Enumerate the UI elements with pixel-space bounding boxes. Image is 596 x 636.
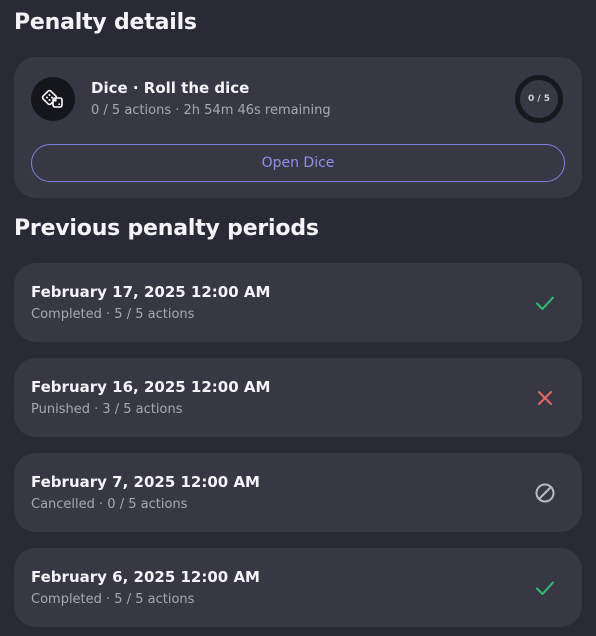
progress-ring: 0 / 5 (514, 74, 564, 124)
cancel-circle-icon (535, 483, 555, 503)
task-title: Dice · Roll the dice (91, 79, 250, 97)
period-date: February 7, 2025 12:00 AM (31, 473, 260, 491)
period-summary: Completed · 5 / 5 actions (31, 592, 195, 607)
close-icon (538, 391, 552, 405)
penalty-task-card: Dice · Roll the dice 0 / 5 actions · 2h … (14, 57, 582, 198)
period-summary: Cancelled · 0 / 5 actions (31, 497, 188, 512)
period-summary: Completed · 5 / 5 actions (31, 307, 195, 322)
period-date: February 17, 2025 12:00 AM (31, 283, 271, 301)
penalty-page: Penalty details Dice · Roll the dice 0 /… (0, 0, 596, 636)
period-card: February 6, 2025 12:00 AM Completed · 5 … (14, 548, 582, 627)
period-date: February 6, 2025 12:00 AM (31, 568, 260, 586)
previous-periods-heading: Previous penalty periods (14, 216, 319, 241)
period-summary: Punished · 3 / 5 actions (31, 402, 183, 417)
period-card: February 7, 2025 12:00 AM Cancelled · 0 … (14, 453, 582, 532)
dice-icon (31, 77, 75, 121)
check-icon (536, 581, 554, 595)
open-dice-button[interactable]: Open Dice (31, 144, 565, 182)
progress-ring-label: 0 / 5 (527, 94, 551, 104)
task-progress-summary: 0 / 5 actions · 2h 54m 46s remaining (91, 103, 331, 118)
check-icon (536, 296, 554, 310)
penalty-details-heading: Penalty details (14, 10, 197, 35)
period-card: February 17, 2025 12:00 AM Completed · 5… (14, 263, 582, 342)
period-card: February 16, 2025 12:00 AM Punished · 3 … (14, 358, 582, 437)
period-date: February 16, 2025 12:00 AM (31, 378, 271, 396)
